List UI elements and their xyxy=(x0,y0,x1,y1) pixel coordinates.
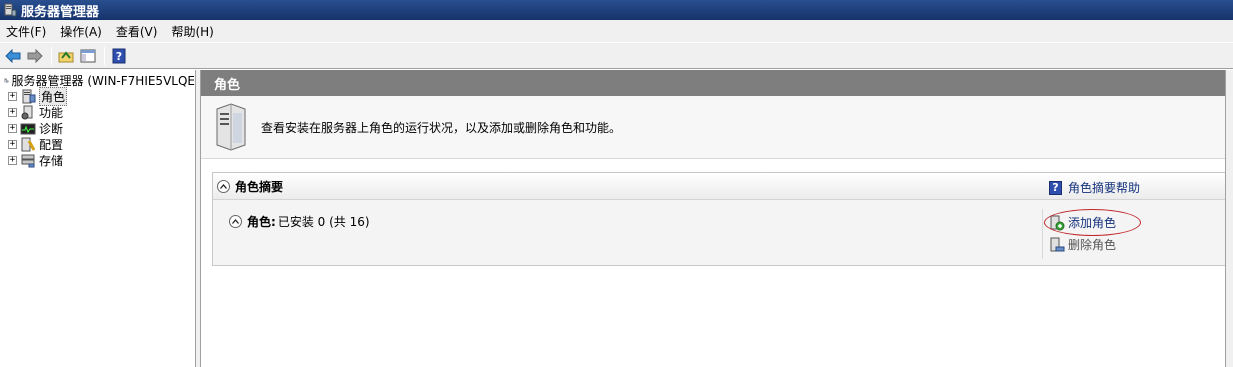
roles-label: 角色: xyxy=(247,215,276,229)
menu-action[interactable]: 操作(A) xyxy=(60,23,102,40)
configuration-icon xyxy=(21,137,36,151)
add-role-icon xyxy=(1050,215,1065,230)
menu-file[interactable]: 文件(F) xyxy=(6,23,46,40)
server-roles-icon xyxy=(216,103,246,151)
tree-item-roles[interactable]: + 角色 xyxy=(0,86,195,106)
roles-summary-section: 角色摘要 ? 角色摘要帮助 角色: 已安装 0 (共 16) 添加角色 删除角色 xyxy=(212,172,1227,266)
help-link-label: 角色摘要帮助 xyxy=(1068,181,1141,195)
tree-item-diagnostics[interactable]: + 诊断 xyxy=(0,120,195,136)
actions-panel: 添加角色 删除角色 xyxy=(1042,209,1227,259)
add-roles-link[interactable]: 添加角色 xyxy=(1049,214,1116,231)
expand-icon[interactable]: + xyxy=(8,91,17,101)
tree-root-server-manager[interactable]: 服务器管理器 (WIN-F7HIE5VLQE xyxy=(0,72,195,88)
expand-icon[interactable]: + xyxy=(8,155,17,165)
storage-icon xyxy=(21,154,35,167)
help-icon[interactable]: ? xyxy=(109,46,129,66)
server-manager-icon xyxy=(4,78,9,82)
help-icon: ? xyxy=(1049,180,1062,195)
remove-roles-link[interactable]: 删除角色 xyxy=(1049,236,1116,253)
roles-status-row: 角色: 已安装 0 (共 16) xyxy=(229,213,370,230)
tree-item-label: 诊断 xyxy=(39,121,64,136)
expand-icon[interactable]: + xyxy=(8,107,17,117)
tree-item-storage[interactable]: + 存储 xyxy=(0,152,195,168)
remove-roles-label: 删除角色 xyxy=(1068,238,1117,252)
tree-item-label: 存储 xyxy=(39,153,64,168)
show-hide-tree-icon[interactable] xyxy=(78,46,98,66)
features-icon xyxy=(21,105,33,119)
diagnostics-icon xyxy=(20,123,36,134)
forward-icon[interactable] xyxy=(25,46,45,66)
expand-icon[interactable]: + xyxy=(8,139,17,149)
page-title: 角色 xyxy=(201,70,1225,96)
up-folder-icon[interactable] xyxy=(56,46,76,66)
svg-text:?: ? xyxy=(116,50,122,63)
title-bar: 服务器管理器 xyxy=(0,0,1233,20)
description-area: 查看安装在服务器上角色的运行状况，以及添加或删除角色和功能。 xyxy=(201,96,1225,159)
remove-role-icon xyxy=(1050,237,1065,251)
server-manager-icon xyxy=(4,3,17,17)
menu-help[interactable]: 帮助(H) xyxy=(171,23,213,40)
menu-view[interactable]: 查看(V) xyxy=(116,23,158,40)
window-edge xyxy=(1225,70,1233,367)
summary-header: 角色摘要 ? 角色摘要帮助 xyxy=(213,173,1225,200)
toolbar-separator xyxy=(104,46,105,65)
back-icon[interactable] xyxy=(3,46,23,66)
tree-item-label: 配置 xyxy=(39,137,64,152)
navigation-tree: 服务器管理器 (WIN-F7HIE5VLQE + 角色 + 功能 + 诊断 + xyxy=(0,70,196,367)
collapse-icon[interactable] xyxy=(229,215,242,228)
main-pane: 角色 查看安装在服务器上角色的运行状况，以及添加或删除角色和功能。 角色摘要 ?… xyxy=(200,70,1227,367)
tree-item-label: 功能 xyxy=(39,105,64,120)
summary-title: 角色摘要 xyxy=(235,179,284,194)
tree-item-features[interactable]: + 功能 xyxy=(0,104,195,120)
roles-count: 已安装 0 (共 16) xyxy=(277,215,370,229)
add-roles-label: 添加角色 xyxy=(1068,216,1117,230)
tree-item-configuration[interactable]: + 配置 xyxy=(0,136,195,152)
collapse-icon[interactable] xyxy=(217,179,230,193)
menu-bar: 文件(F) 操作(A) 查看(V) 帮助(H) xyxy=(0,20,1233,42)
window-title: 服务器管理器 xyxy=(21,4,100,20)
toolbar: ? xyxy=(0,42,1233,69)
roles-icon xyxy=(22,89,36,103)
toolbar-separator xyxy=(51,46,52,65)
description-text: 查看安装在服务器上角色的运行状况，以及添加或删除角色和功能。 xyxy=(261,120,622,135)
summary-help-link[interactable]: ? 角色摘要帮助 xyxy=(1049,179,1140,196)
expand-icon[interactable]: + xyxy=(8,123,17,133)
